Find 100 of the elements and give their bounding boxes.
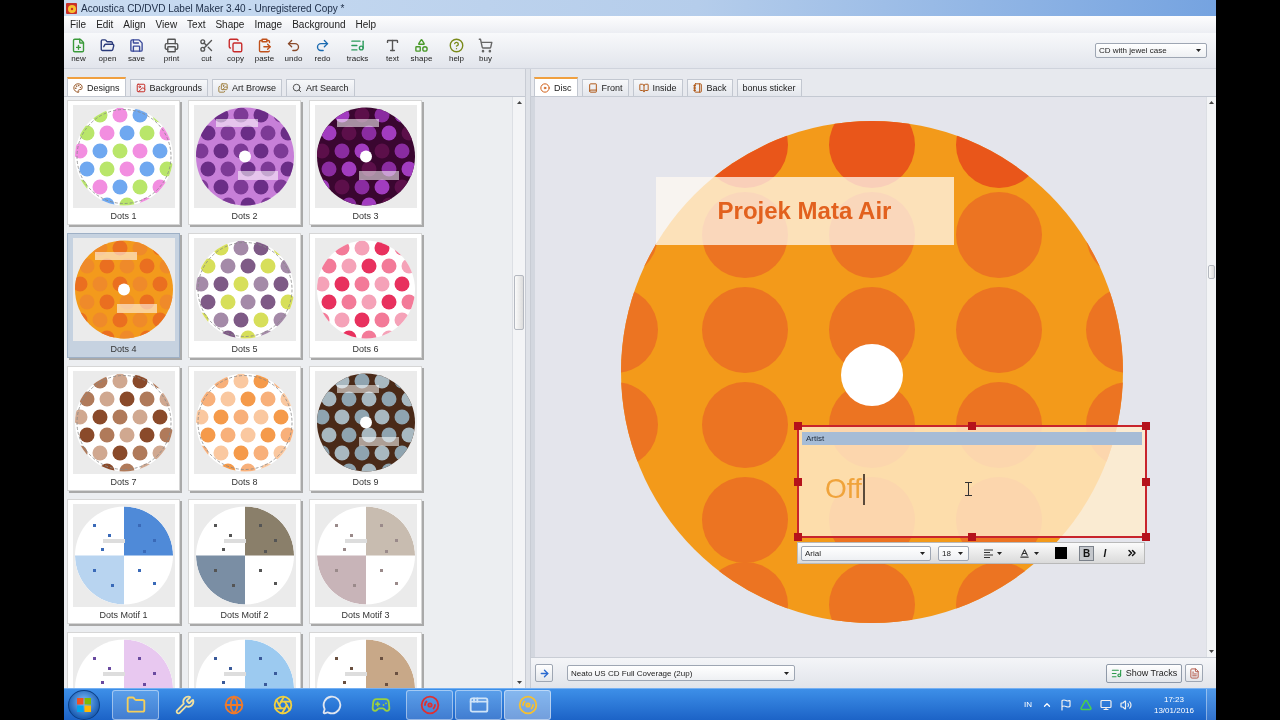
design-name: Dots 8 [231, 477, 258, 487]
clipboard-icon [257, 38, 272, 53]
flag-icon[interactable] [1059, 698, 1072, 711]
design-card[interactable]: Dots Motif 3 [309, 499, 422, 624]
language-indicator[interactable]: IN [1023, 700, 1032, 709]
toolbar-button[interactable]: save [122, 34, 151, 67]
panel-tab[interactable]: Art Search [286, 79, 355, 96]
design-card[interactable]: Dots Motif 1 [67, 499, 180, 624]
start-button[interactable] [68, 689, 100, 720]
view-tab[interactable]: Disc [534, 77, 578, 96]
design-card[interactable]: Dots 1 [67, 100, 180, 225]
toolbar-button[interactable]: new [64, 34, 93, 67]
panel-tab[interactable]: Designs [67, 77, 126, 96]
text-box-text: Off [825, 474, 865, 505]
taskbar-app[interactable] [112, 689, 159, 720]
design-card[interactable]: Dots 2 [188, 100, 301, 225]
design-card[interactable]: Dots 9 [309, 366, 422, 491]
menu-item[interactable]: Align [118, 19, 151, 30]
font-select[interactable]: Arial [801, 545, 931, 561]
toolbar-button[interactable]: text [378, 34, 407, 67]
layout-select[interactable]: CD with jewel case [1095, 43, 1207, 58]
menu-item[interactable]: Background [287, 19, 351, 30]
design-card[interactable]: Dots 3 [309, 100, 422, 225]
view-tab[interactable]: bonus sticker [736, 79, 802, 96]
scissors-icon [199, 38, 214, 53]
toolbar-button[interactable]: undo [279, 34, 308, 67]
design-card[interactable]: Dots 7 [67, 366, 180, 491]
toolbar-button[interactable]: print [157, 34, 186, 67]
four-pane-icon [77, 697, 91, 712]
menu-item[interactable]: View [150, 19, 183, 30]
toolbar-button[interactable]: redo [308, 34, 337, 67]
taskbar-app[interactable] [406, 689, 453, 720]
panel-tab[interactable]: Backgrounds [129, 79, 209, 96]
document-button[interactable] [1185, 664, 1203, 682]
toolbar-button[interactable]: help [442, 34, 471, 67]
caret-icon [997, 551, 1002, 555]
resize-handle[interactable] [1142, 477, 1150, 486]
bold-button[interactable]: B [1079, 545, 1094, 561]
toolbar-button[interactable]: tracks [343, 34, 372, 67]
design-card[interactable]: Dots Motif 2 [188, 499, 301, 624]
window-title: Acoustica CD/DVD Label Maker 3.40 - Unregistered Copy * [81, 2, 345, 14]
speaker-icon[interactable] [1119, 698, 1132, 711]
resize-handle[interactable] [1142, 533, 1150, 541]
design-card[interactable]: Dots 5 [188, 233, 301, 358]
panel-tab[interactable]: Art Browse [212, 79, 283, 96]
menu-item[interactable]: Image [249, 19, 288, 30]
view-tab[interactable]: Back [686, 79, 733, 96]
view-tab[interactable]: Inside [632, 79, 683, 96]
toolbar-button[interactable]: cut [192, 34, 221, 67]
new-file-icon [71, 38, 86, 53]
resize-handle[interactable] [794, 477, 802, 486]
toolbar-button[interactable]: buy [471, 34, 500, 67]
design-name: Dots 2 [231, 211, 258, 221]
toolbar-button[interactable]: shape [407, 34, 436, 67]
design-card[interactable]: Dots 8 [188, 366, 301, 491]
menu-item[interactable]: Edit [91, 19, 119, 30]
color-swatch-icon[interactable] [1055, 547, 1067, 559]
music-list-icon [1110, 667, 1122, 679]
toolbar-button[interactable]: paste [250, 34, 279, 67]
menu-item[interactable]: File [65, 19, 92, 30]
resize-handle[interactable] [794, 533, 802, 541]
menu-item[interactable]: Help [350, 19, 382, 30]
design-name: Dots 5 [231, 344, 258, 354]
italic-button[interactable]: I [1099, 545, 1111, 561]
design-name: Dots 3 [352, 211, 379, 221]
arrow-icon [538, 667, 550, 679]
taskbar-app[interactable] [455, 689, 502, 720]
menu-item[interactable]: Shape [210, 19, 250, 30]
aperture-icon [272, 694, 293, 715]
design-name: Dots Motif 2 [220, 610, 269, 620]
paper-select[interactable]: Neato US CD Full Coverage (2up) [567, 665, 795, 681]
text-box[interactable]: Artist Off [797, 425, 1147, 538]
taskbar-app[interactable] [504, 689, 551, 720]
monitor-icon[interactable] [1099, 698, 1112, 711]
folder-icon [100, 38, 115, 53]
view-tab[interactable]: Front [581, 79, 629, 96]
disc-icon [540, 82, 550, 93]
scrollbar-thumb[interactable] [514, 275, 524, 330]
globe-icon [223, 694, 244, 715]
design-card[interactable]: Dots 4 [67, 233, 180, 358]
resize-handle[interactable] [968, 422, 976, 430]
scrollbar-thumb[interactable] [1208, 265, 1215, 279]
show-desktop-button[interactable] [1206, 688, 1216, 720]
toolbar-button[interactable]: copy [221, 34, 250, 67]
scrollbar[interactable] [1206, 97, 1216, 657]
design-card[interactable]: Dots 6 [309, 233, 422, 358]
scrollbar[interactable] [512, 97, 525, 688]
resize-handle[interactable] [794, 422, 802, 430]
font-size-select[interactable]: 18 [938, 545, 969, 561]
resize-handle[interactable] [968, 533, 976, 541]
arrow-button[interactable] [535, 664, 553, 682]
images-icon [218, 83, 229, 93]
search-icon [292, 83, 303, 93]
text-color-icon [1019, 547, 1030, 559]
design-name: Dots 1 [110, 211, 137, 221]
triangle-icon[interactable] [1079, 698, 1092, 711]
show-tracks-button[interactable]: Show Tracks [1106, 663, 1182, 683]
resize-handle[interactable] [1142, 422, 1150, 430]
menu-item[interactable]: Text [182, 19, 211, 30]
toolbar-button[interactable]: open [93, 34, 122, 67]
